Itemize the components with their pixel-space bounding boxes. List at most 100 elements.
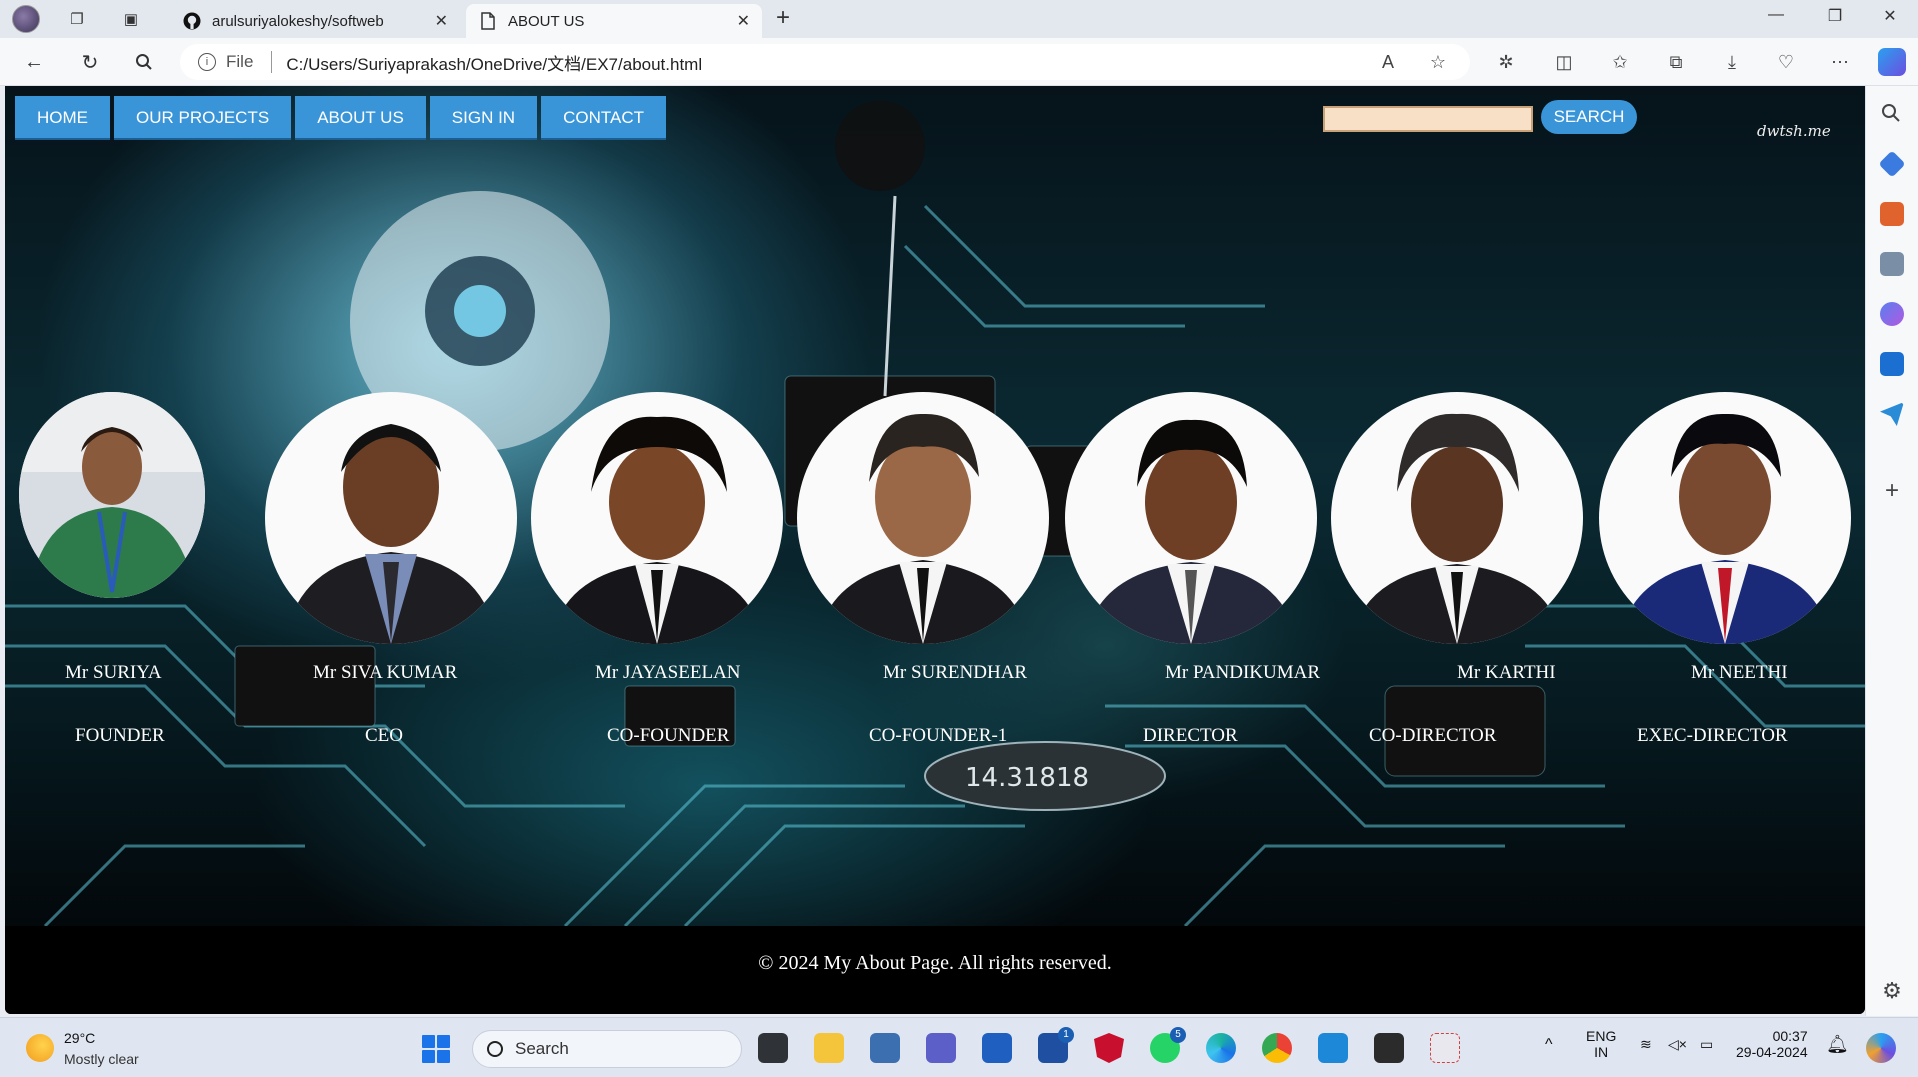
member-name: Mr KARTHI: [1457, 662, 1556, 683]
show-hidden-icons-icon[interactable]: ^: [1545, 1036, 1553, 1054]
split-screen-icon[interactable]: ◫: [1550, 48, 1578, 76]
downloads-icon[interactable]: ⤓: [1718, 48, 1746, 76]
footer-copyright: © 2024 My About Page. All rights reserve…: [758, 951, 1112, 974]
search-icon[interactable]: [130, 48, 158, 76]
outlook-icon[interactable]: [1880, 352, 1904, 376]
file-explorer-icon[interactable]: [814, 1033, 844, 1063]
nav-home[interactable]: HOME: [15, 96, 110, 140]
member-photo: [265, 392, 517, 644]
favorite-star-icon[interactable]: ☆: [1424, 48, 1452, 76]
member-name: Mr SURIYA: [65, 662, 162, 683]
terminal-icon[interactable]: [1374, 1033, 1404, 1063]
copilot-icon[interactable]: [1878, 48, 1906, 76]
nav-about-us[interactable]: ABOUT US: [295, 96, 426, 140]
site-footer: © 2024 My About Page. All rights reserve…: [5, 926, 1865, 1014]
wifi-icon[interactable]: ≋: [1640, 1036, 1652, 1053]
clock-date: 29-04-2024: [1736, 1044, 1808, 1060]
back-icon[interactable]: ←: [20, 48, 48, 76]
control-panel-icon[interactable]: [870, 1033, 900, 1063]
shopping-tag-icon[interactable]: [1878, 150, 1906, 178]
teams-icon[interactable]: [926, 1033, 956, 1063]
volume-muted-icon[interactable]: ◁×: [1668, 1036, 1687, 1053]
member-name: Mr SURENDHAR: [883, 662, 1028, 683]
workspaces-icon[interactable]: ❐: [64, 6, 90, 32]
member-name: Mr SIVA KUMAR: [313, 662, 458, 683]
sidebar-settings-icon[interactable]: ⚙: [1880, 980, 1904, 1004]
member-role: EXEC-DIRECTOR: [1637, 725, 1788, 746]
notifications-bell-icon[interactable]: 🔔︎: [1826, 1034, 1849, 1055]
minimize-icon[interactable]: —: [1756, 6, 1796, 24]
site-info-icon[interactable]: i: [198, 53, 216, 71]
address-input[interactable]: i File C:/Users/Suriyaprakash/OneDrive/文…: [180, 44, 1470, 80]
favorites-icon[interactable]: ✩: [1606, 48, 1634, 76]
tools-icon[interactable]: [1880, 202, 1904, 226]
chrome-icon[interactable]: [1262, 1033, 1292, 1063]
member-photo: [1331, 392, 1583, 644]
snipping-tool-icon[interactable]: [1430, 1033, 1460, 1063]
read-aloud-icon[interactable]: A: [1374, 48, 1402, 76]
microsoft-365-icon[interactable]: [1880, 302, 1904, 326]
member-role: DIRECTOR: [1143, 725, 1238, 746]
battery-icon[interactable]: ▭: [1700, 1036, 1713, 1053]
taskbar-search[interactable]: Search: [472, 1030, 742, 1068]
sidebar-search-icon[interactable]: [1880, 102, 1904, 126]
page-viewport: 14.31818 HOME OUR PROJECTS ABOUT US SIGN…: [5, 86, 1865, 1014]
member-name: Mr NEETHI: [1691, 662, 1788, 683]
close-tab-icon[interactable]: ✕: [435, 11, 448, 31]
member-name: Mr JAYASEELAN: [595, 662, 741, 683]
site-search-input[interactable]: [1323, 106, 1533, 132]
team-member-karthi: Mr KARTHI CO-DIRECTOR: [1331, 392, 1587, 746]
tab-title: arulsuriyalokeshy/softweb: [212, 12, 384, 30]
member-photo: [1599, 392, 1851, 644]
collections-icon[interactable]: ⧉: [1662, 48, 1690, 76]
edge-icon[interactable]: [1206, 1033, 1236, 1063]
extensions-icon[interactable]: ✲: [1492, 48, 1520, 76]
close-tab-icon[interactable]: ✕: [737, 11, 750, 31]
divider: [271, 51, 273, 73]
scheme-label: File: [226, 52, 254, 71]
whatsapp-icon[interactable]: 5: [1150, 1027, 1186, 1063]
tab-actions-icon[interactable]: ▣: [118, 6, 144, 32]
performance-icon[interactable]: ♡: [1772, 48, 1800, 76]
nav-sign-in[interactable]: SIGN IN: [429, 96, 538, 140]
store-icon[interactable]: [982, 1033, 1012, 1063]
github-icon: [182, 11, 202, 31]
new-tab-icon[interactable]: +: [776, 4, 790, 32]
refresh-icon[interactable]: ↻: [76, 48, 104, 76]
add-sidebar-app-icon[interactable]: +: [1880, 479, 1904, 504]
notification-badge: 5: [1170, 1027, 1186, 1043]
send-icon[interactable]: [1880, 402, 1904, 426]
copilot-taskbar-icon[interactable]: [1866, 1033, 1896, 1063]
notification-badge: 1: [1058, 1027, 1074, 1043]
lang-line-1: ENG: [1586, 1028, 1617, 1044]
page-icon: [478, 11, 498, 31]
team-member-suriya: Mr SURIYA FOUNDER: [19, 392, 205, 746]
member-photo: [1065, 392, 1317, 644]
tab-about-us[interactable]: ABOUT US ✕: [466, 4, 762, 38]
lang-line-2: IN: [1594, 1044, 1609, 1060]
windows-taskbar: 29°C Mostly clear Search 1 5 ^ ENG IN ≋ …: [0, 1017, 1918, 1077]
member-name: Mr PANDIKUMAR: [1165, 662, 1321, 683]
vscode-icon[interactable]: [1318, 1033, 1348, 1063]
mcafee-icon[interactable]: [1094, 1033, 1124, 1063]
more-menu-icon[interactable]: ⋯: [1826, 48, 1854, 76]
address-bar-row: ← ↻ i File C:/Users/Suriyaprakash/OneDri…: [0, 38, 1918, 86]
language-indicator[interactable]: ENG IN: [1586, 1028, 1616, 1060]
profile-avatar[interactable]: [12, 5, 40, 33]
site-search-button[interactable]: SEARCH: [1541, 100, 1637, 134]
tab-github[interactable]: arulsuriyalokeshy/softweb ✕: [170, 4, 460, 38]
team-member-jayaseelan: Mr JAYASEELAN CO-FOUNDER: [531, 392, 787, 746]
nav-contact[interactable]: CONTACT: [541, 96, 666, 140]
task-view-icon[interactable]: [758, 1033, 788, 1063]
member-role: FOUNDER: [75, 725, 165, 746]
games-icon[interactable]: [1880, 252, 1904, 276]
nav-our-projects[interactable]: OUR PROJECTS: [114, 96, 292, 140]
linkedin-icon[interactable]: 1: [1038, 1027, 1074, 1063]
close-window-icon[interactable]: ✕: [1870, 6, 1910, 26]
site-nav: HOME OUR PROJECTS ABOUT US SIGN IN CONTA…: [15, 96, 666, 140]
team-member-neethi: Mr NEETHI EXEC-DIRECTOR: [1599, 392, 1855, 746]
start-icon[interactable]: [422, 1035, 450, 1063]
restore-icon[interactable]: ❐: [1815, 6, 1855, 26]
clock[interactable]: 00:37 29-04-2024: [1736, 1028, 1808, 1060]
weather-icon[interactable]: [26, 1034, 54, 1062]
